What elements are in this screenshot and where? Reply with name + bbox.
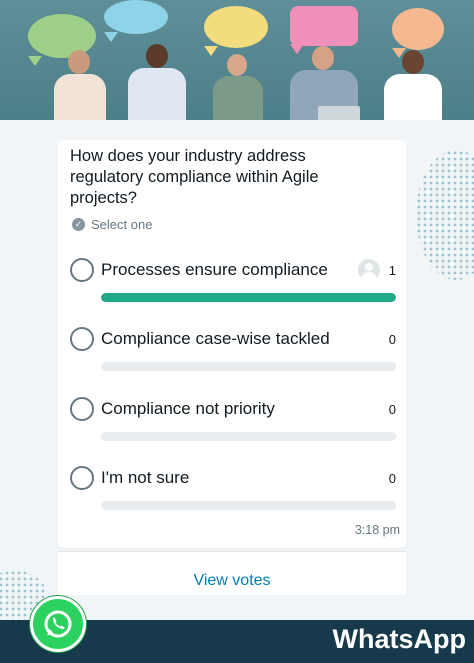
speech-bubble-blue [104,0,168,42]
message-timestamp: 3:18 pm [354,523,400,537]
speech-bubble-pink [290,6,358,54]
poll-card: How does your industry address regulator… [58,140,406,548]
person-3 [210,54,266,120]
vote-progress-bar [101,432,396,441]
speech-bubble-peach [392,8,444,58]
vote-count: 0 [388,402,396,417]
laptop [318,106,360,120]
poll-option-label: Processes ensure compliance [101,260,328,279]
select-hint: ✓ Select one [72,217,152,232]
view-votes-row: View votes [58,551,406,595]
person-1 [52,50,108,120]
check-circle-icon: ✓ [72,218,85,231]
vote-count: 0 [388,471,396,486]
radio-button[interactable] [70,327,94,351]
poll-option-1[interactable]: Processes ensure compliance 1 [70,258,396,308]
radio-button[interactable] [70,397,94,421]
poll-question: How does your industry address regulator… [70,147,319,207]
brand-name: WhatsApp [332,624,466,654]
poll-option-label: I'm not sure [101,468,190,487]
vote-progress-fill [101,293,396,302]
select-hint-label: Select one [91,217,153,232]
speech-bubble-yellow [204,6,268,56]
vote-count: 0 [388,332,396,347]
whatsapp-logo-icon [30,596,86,652]
poll-option-label: Compliance not priority [101,399,275,418]
poll-option-label: Compliance case-wise tackled [101,329,330,348]
vote-progress-bar [101,362,396,371]
header-banner-image [0,0,474,120]
dotted-decoration-right [416,150,474,280]
vote-progress-bar [101,293,396,302]
radio-button[interactable] [70,258,94,282]
poll-option-3[interactable]: Compliance not priority 0 [70,397,396,447]
radio-button[interactable] [70,466,94,490]
vote-progress-bar [101,501,396,510]
person-5 [380,50,446,120]
poll-option-4[interactable]: I'm not sure 0 [70,466,396,516]
person-2 [122,44,192,120]
vote-count: 1 [388,263,396,278]
poll-option-2[interactable]: Compliance case-wise tackled 0 [70,327,396,377]
view-votes-button[interactable]: View votes [58,572,406,590]
avatar-icon [358,259,380,281]
